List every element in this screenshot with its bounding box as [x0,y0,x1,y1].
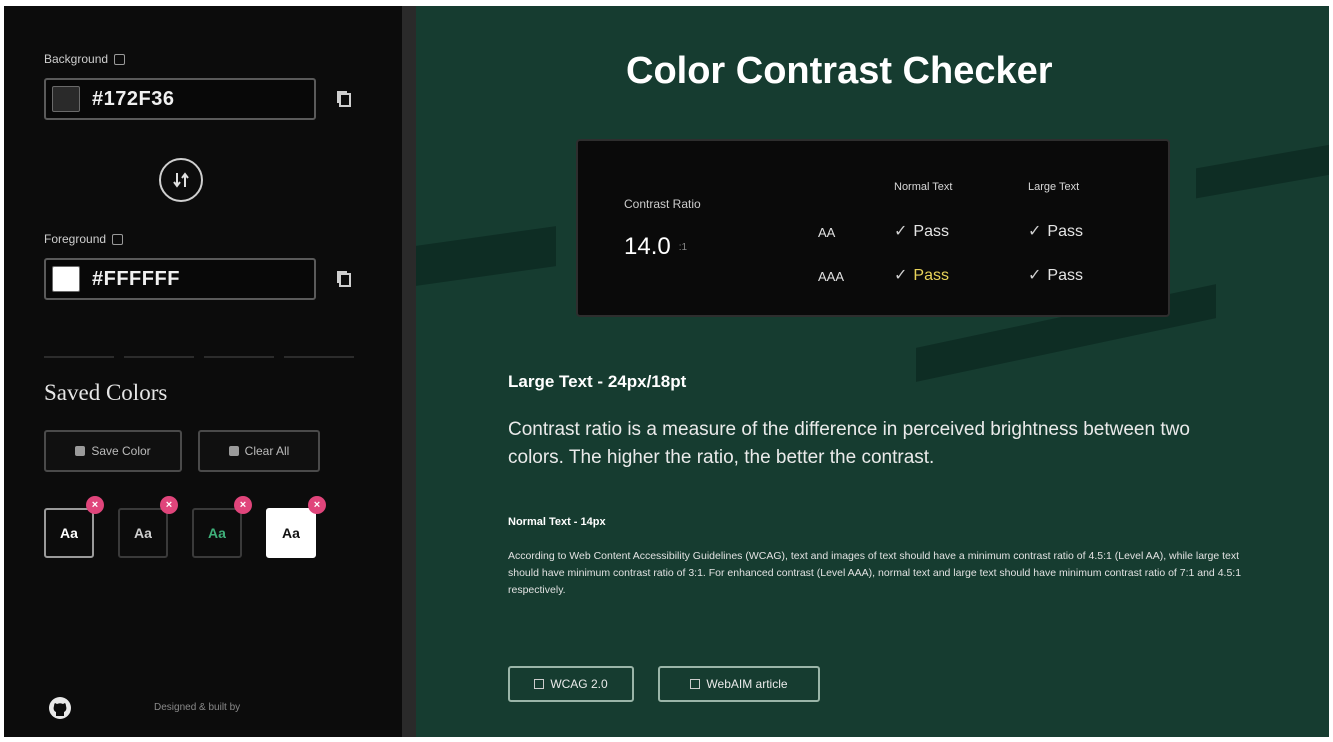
background-label: Background [44,52,126,66]
panel-divider [402,6,416,737]
foreground-label-text: Foreground [44,232,107,246]
result-label: Pass [1047,267,1083,284]
contrast-ratio-number: 14.0 [624,233,671,260]
clear-all-button[interactable]: Clear All [198,430,320,472]
foreground-swatch[interactable] [52,266,80,292]
wcag-link-label: WCAG 2.0 [550,677,608,691]
clear-all-label: Clear All [244,444,290,458]
remove-saved-icon[interactable]: × [86,496,104,514]
info-icon[interactable] [112,233,124,245]
remove-saved-icon[interactable]: × [160,496,178,514]
normal-text-heading: Normal Text - 14px [508,516,606,528]
foreground-color-input[interactable]: #FFFFFF [44,258,316,300]
saved-card-sample: Aa [208,525,226,541]
saved-card-sample: Aa [60,525,78,541]
section-divider [44,356,354,358]
copy-foreground-button[interactable] [332,266,356,292]
aaa-large-result: ✓ Pass [1028,265,1083,285]
remove-saved-icon[interactable]: × [308,496,326,514]
row-header-aa: AA [818,225,836,240]
save-color-button[interactable]: Save Color [44,430,182,472]
github-icon[interactable] [48,696,72,720]
saved-color-card[interactable]: Aa × [266,496,326,558]
remove-saved-icon[interactable]: × [234,496,252,514]
contrast-results-card: Contrast Ratio 14.0 :1 Normal Text Large … [576,139,1170,317]
external-link-icon [690,679,701,689]
app-frame: Background #172F36 Foreground #FFFFFF Sa… [4,6,1329,737]
saved-card-sample: Aa [134,525,152,541]
result-label: Pass [913,267,949,284]
saved-color-card[interactable]: Aa × [44,496,104,558]
save-icon [75,446,86,456]
background-decoration [416,226,556,286]
footer-credit[interactable]: Designed & built by [154,702,240,713]
foreground-hex-value[interactable]: #FFFFFF [92,268,180,291]
foreground-label: Foreground [44,232,124,246]
external-link-icon [534,679,545,689]
check-icon: ✓ [1028,267,1042,284]
info-icon[interactable] [114,53,126,65]
aa-large-result: ✓ Pass [1028,221,1083,241]
column-header-normal: Normal Text [894,181,953,193]
result-label: Pass [913,223,949,240]
large-text-heading: Large Text - 24px/18pt [508,372,687,391]
contrast-ratio-label: Contrast Ratio [624,197,701,211]
saved-color-card[interactable]: Aa × [192,496,252,558]
background-label-text: Background [44,52,109,66]
normal-text-sample: According to Web Content Accessibility G… [508,550,1242,596]
webaim-link-label: WebAIM article [706,677,788,691]
save-color-label: Save Color [91,444,151,458]
background-swatch[interactable] [52,86,80,112]
wcag-link-button[interactable]: WCAG 2.0 [508,666,634,702]
row-header-aaa: AAA [818,269,845,284]
check-icon: ✓ [894,223,908,240]
column-header-large: Large Text [1028,181,1080,193]
check-icon: ✓ [894,267,908,284]
copy-background-button[interactable] [332,86,356,112]
contrast-ratio-value: 14.0 :1 [624,233,687,261]
contrast-ratio-unit: :1 [678,242,688,254]
webaim-link-button[interactable]: WebAIM article [658,666,820,702]
trash-icon [228,446,239,456]
check-icon: ✓ [1028,223,1042,240]
copy-icon [337,271,351,287]
main-panel: Color Contrast Checker Contrast Ratio 14… [416,6,1329,737]
aaa-normal-result: ✓ Pass [894,265,949,285]
copy-icon [337,91,351,107]
swap-colors-button[interactable] [159,158,203,202]
background-decoration [1196,143,1329,199]
saved-card-sample: Aa [282,525,300,541]
swap-icon [173,172,189,188]
background-hex-value[interactable]: #172F36 [92,88,174,111]
aa-normal-result: ✓ Pass [894,221,949,241]
result-label: Pass [1047,223,1083,240]
saved-colors-title: Saved Colors [44,380,168,405]
page-title: Color Contrast Checker [626,50,1053,92]
saved-color-card[interactable]: Aa × [118,496,178,558]
background-color-input[interactable]: #172F36 [44,78,316,120]
sidebar: Background #172F36 Foreground #FFFFFF Sa… [4,6,402,737]
large-text-sample: Contrast ratio is a measure of the diffe… [508,419,1190,468]
